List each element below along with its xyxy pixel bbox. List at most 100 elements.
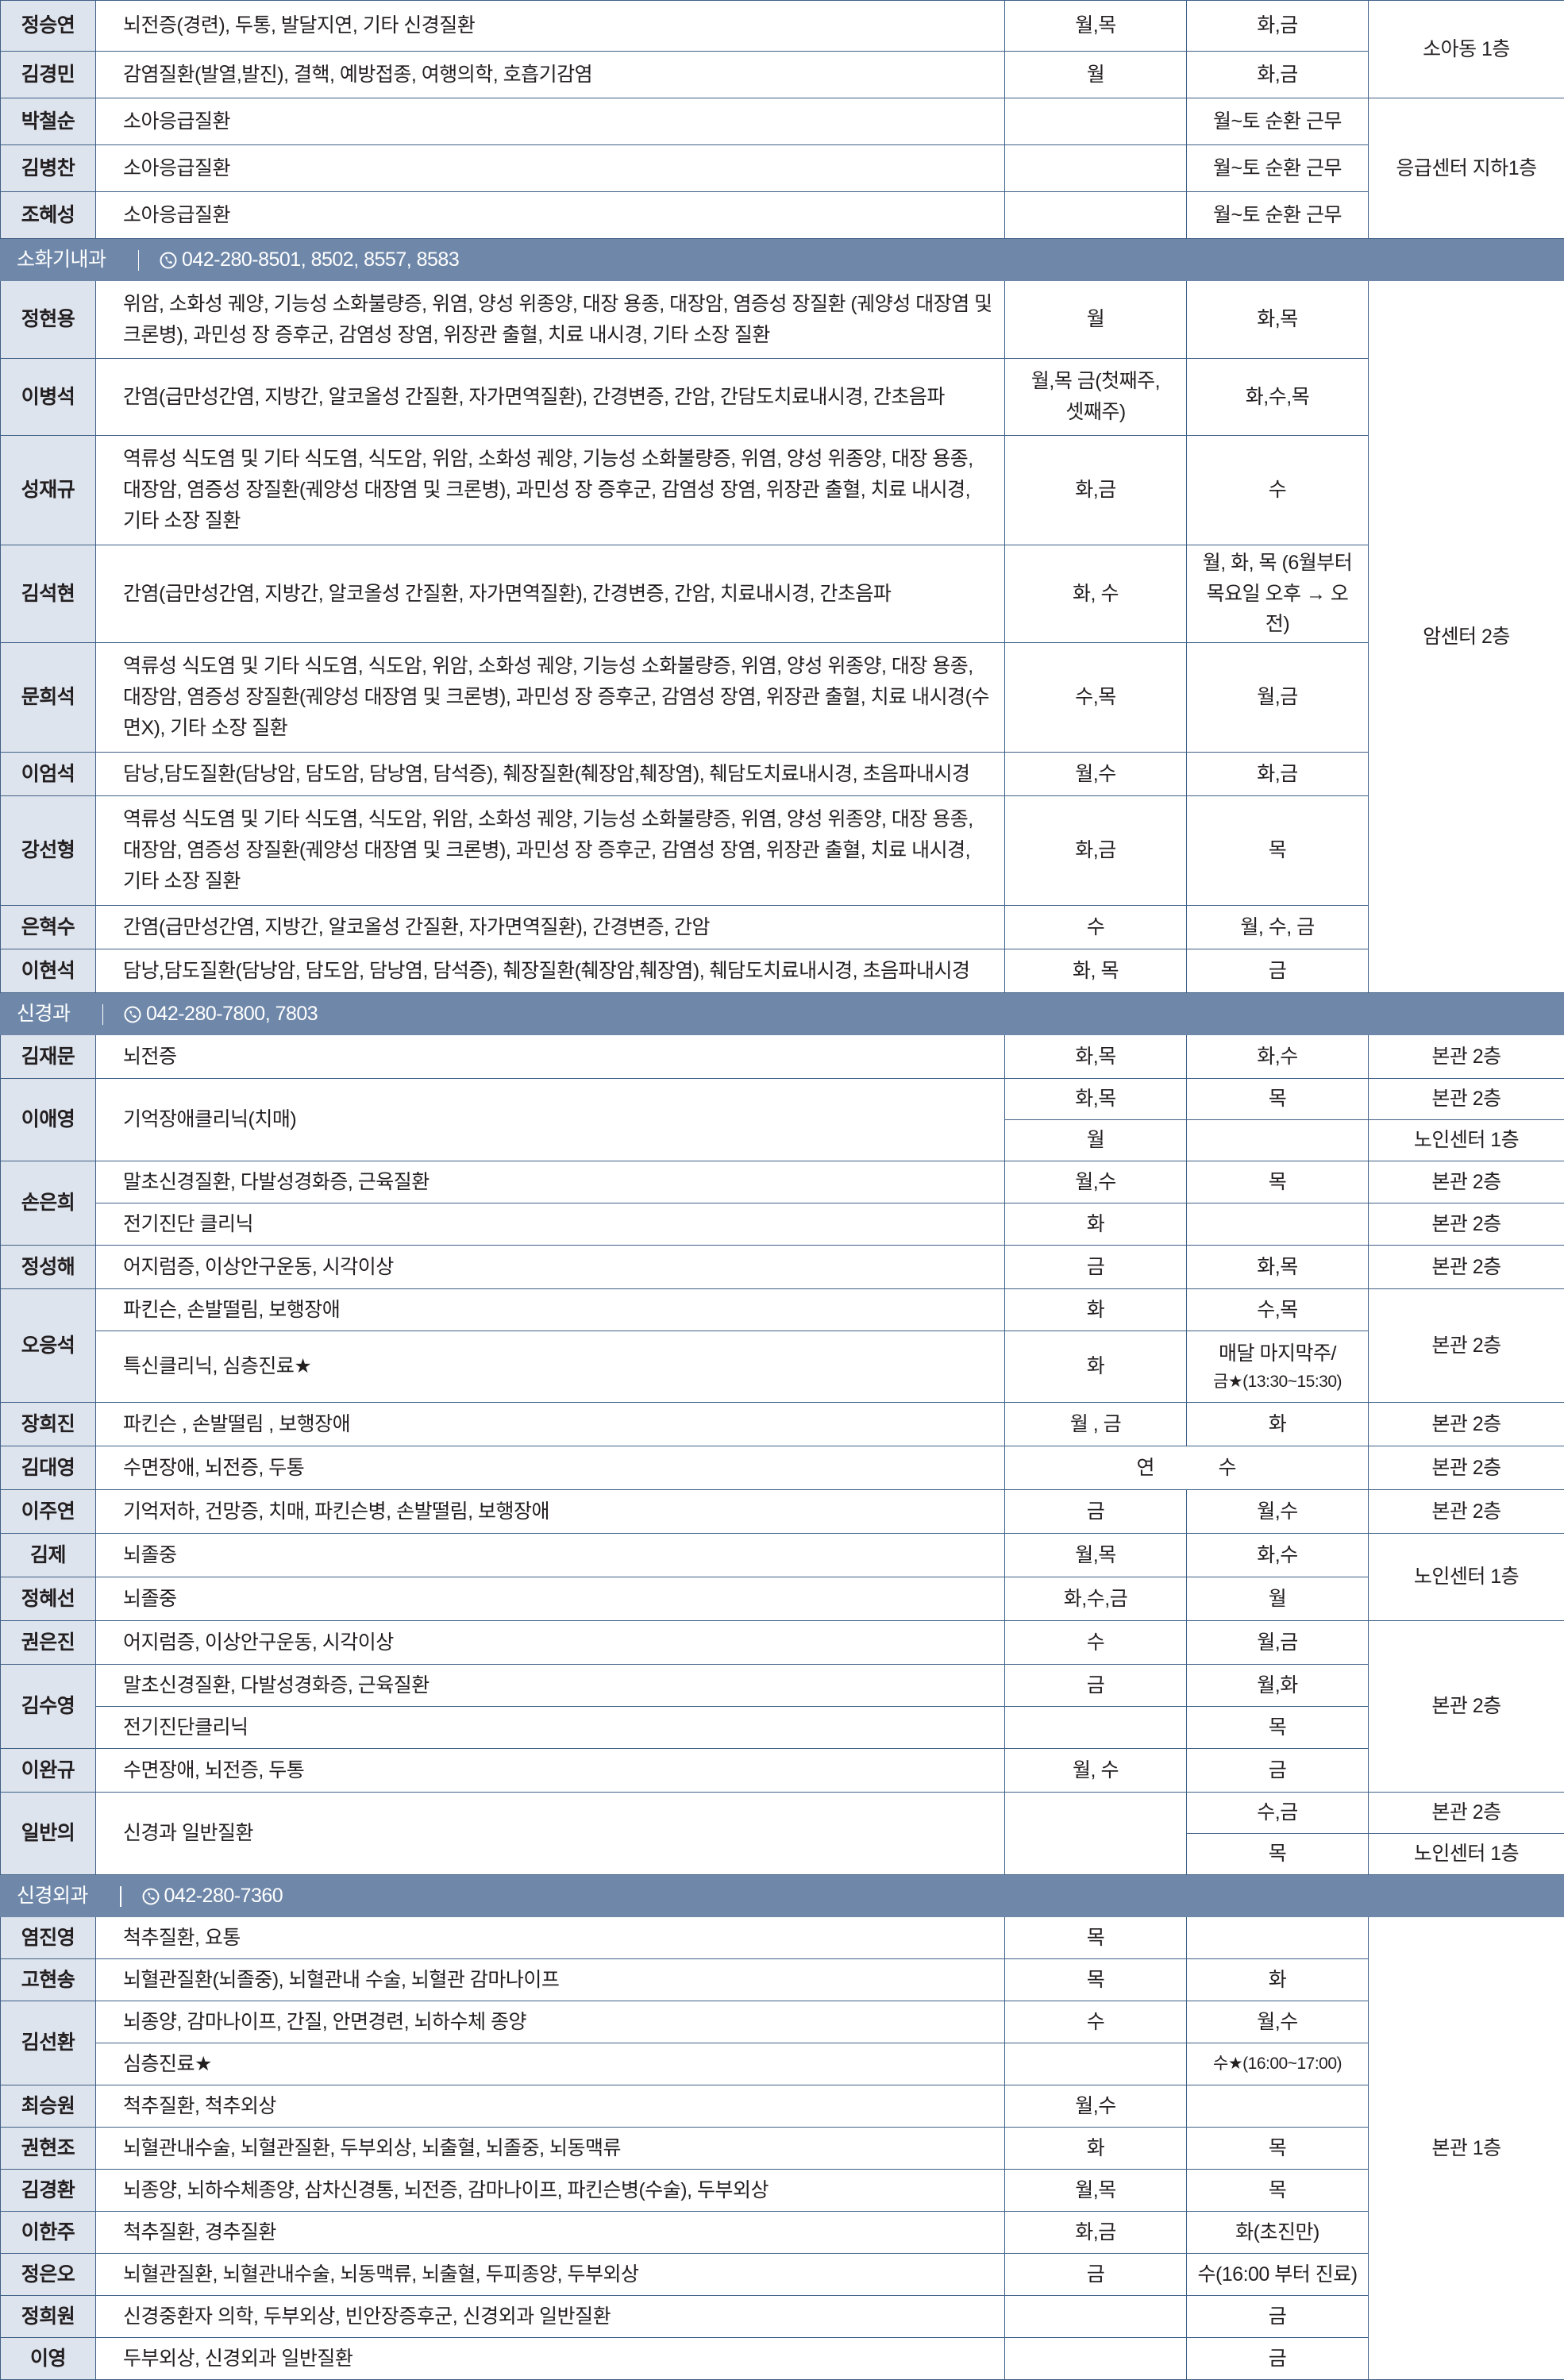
pm-schedule: 매달 마지막주/ 금★(13:30~15:30) [1187, 1331, 1369, 1403]
pm-schedule: 월,수 [1187, 2001, 1369, 2043]
doctor-row: 이현석 담낭,담도질환(담낭암, 담도암, 담낭염, 담석증), 췌장질환(췌장… [1, 949, 1564, 993]
am-schedule: 화 [1005, 1331, 1187, 1403]
am-schedule: 월 [1005, 281, 1187, 359]
doctor-row: 은혁수 간염(급만성간염, 지방간, 알코올성 간질환, 자가면역질환), 간경… [1, 906, 1564, 949]
doctor-name: 손은희 [1, 1161, 96, 1246]
pm-schedule: 목 [1187, 1079, 1369, 1120]
doctor-row: 김수영 말초신경질환, 다발성경화증, 근육질환 금 월,화 [1, 1665, 1564, 1707]
schedule-table: 정승연 뇌전증(경련), 두통, 발달지연, 기타 신경질환 월,목 화,금 소… [0, 0, 1564, 2380]
doctor-name: 이주연 [1, 1490, 96, 1534]
specialty: 두부외상, 신경외과 일반질환 [96, 2338, 1005, 2380]
doctor-row: 손은희 말초신경질환, 다발성경화증, 근육질환 월,수 목 본관 2층 [1, 1161, 1564, 1203]
doctor-row: 김병찬 소아응급질환 월~토 순환 근무 [1, 145, 1564, 192]
pm-schedule: 월 [1187, 1577, 1369, 1621]
am-schedule [1005, 192, 1187, 239]
pm-schedule: 화,목 [1187, 1246, 1369, 1289]
specialty: 뇌혈관질환, 뇌혈관내수술, 뇌동맥류, 뇌출혈, 두피종양, 두부외상 [96, 2254, 1005, 2296]
doctor-row: 문희석 역류성 식도염 및 기타 식도염, 식도암, 위암, 소화성 궤양, 기… [1, 643, 1564, 753]
am-schedule: 월 [1005, 52, 1187, 98]
specialty: 기억장애클리닉(치매) [96, 1079, 1005, 1161]
pm-schedule: 월,수 [1187, 1490, 1369, 1534]
am-schedule: 화,목 [1005, 1079, 1187, 1120]
doctor-name: 김석현 [1, 545, 96, 643]
clinic-location: 본관 2층 [1369, 1203, 1564, 1246]
specialty: 말초신경질환, 다발성경화증, 근육질환 [96, 1161, 1005, 1203]
doctor-name: 이완규 [1, 1749, 96, 1793]
clinic-location: 본관 2층 [1369, 1490, 1564, 1534]
doctor-row: 권은진 어지럼증, 이상안구운동, 시각이상 수 월,금 본관 2층 [1, 1621, 1564, 1665]
pm-schedule [1187, 1120, 1369, 1161]
doctor-row: 장희진 파킨슨 , 손발떨림 , 보행장애 월 , 금 화 본관 2층 [1, 1403, 1564, 1446]
pm-schedule: 금 [1187, 949, 1369, 993]
pm-schedule: 월,금 [1187, 1621, 1369, 1665]
department-phone: 042-280-7360 [164, 1885, 283, 1907]
am-schedule: 화 [1005, 1289, 1187, 1331]
specialty: 수면장애, 뇌전증, 두통 [96, 1446, 1005, 1490]
am-schedule: 월 , 금 [1005, 1403, 1187, 1446]
doctor-name: 은혁수 [1, 906, 96, 949]
pm-schedule: 화,수 [1187, 1534, 1369, 1577]
doctor-name: 이한주 [1, 2212, 96, 2254]
specialty: 간염(급만성간염, 지방간, 알코올성 간질환, 자가면역질환), 간경변증, … [96, 545, 1005, 643]
specialty: 담낭,담도질환(담낭암, 담도암, 담낭염, 담석증), 췌장질환(췌장암,췌장… [96, 949, 1005, 993]
am-schedule: 월,목 [1005, 1534, 1187, 1577]
pm-schedule: 수,금 [1187, 1793, 1369, 1834]
am-schedule: 월,목 금(첫째주,셋째주) [1005, 359, 1187, 436]
specialty: 역류성 식도염 및 기타 식도염, 식도암, 위암, 소화성 궤양, 기능성 소… [96, 643, 1005, 753]
doctor-row: 정성해 어지럼증, 이상안구운동, 시각이상 금 화,목 본관 2층 [1, 1246, 1564, 1289]
doctor-name: 오응석 [1, 1289, 96, 1403]
doctor-row: 심층진료★ 수★(16:00~17:00) [1, 2043, 1564, 2085]
doctor-row: 이한주 척추질환, 경추질환 화,금 화(초진만) [1, 2212, 1564, 2254]
pm-schedule: 금 [1187, 2296, 1369, 2338]
doctor-name: 최승원 [1, 2085, 96, 2128]
department-title: 소화기내과 [17, 248, 106, 271]
department-header-nsurg: 신경외과042-280-7360 [1, 1875, 1564, 1917]
pm-schedule: 월, 화, 목 (6월부터 목요일 오후 → 오전) [1187, 545, 1369, 643]
schedule-word-2: 수 [1219, 1453, 1237, 1484]
specialty: 척추질환, 척추외상 [96, 2085, 1005, 2128]
doctor-row: 전기진단클리닉 목 [1, 1707, 1564, 1749]
department-header-cell: 소화기내과042-280-8501, 8502, 8557, 8583 [1, 239, 1564, 281]
specialty: 뇌전증 [96, 1035, 1005, 1079]
doctor-row: 오응석 파킨슨, 손발떨림, 보행장애 화 수,목 본관 2층 [1, 1289, 1564, 1331]
doctor-name: 이현석 [1, 949, 96, 993]
am-schedule: 수 [1005, 906, 1187, 949]
department-header-cell: 신경과042-280-7800, 7803 [1, 993, 1564, 1035]
specialty: 기억저하, 건망증, 치매, 파킨슨병, 손발떨림, 보행장애 [96, 1490, 1005, 1534]
am-schedule [1005, 2043, 1187, 2085]
pm-schedule: 금 [1187, 2338, 1369, 2380]
specialty: 신경중환자 의학, 두부외상, 빈안장증후군, 신경외과 일반질환 [96, 2296, 1005, 2338]
department-header-cell: 신경외과042-280-7360 [1, 1875, 1564, 1917]
specialty: 뇌전증(경련), 두통, 발달지연, 기타 신경질환 [96, 1, 1005, 52]
am-schedule: 금 [1005, 1665, 1187, 1707]
doctor-row: 고현송 뇌혈관질환(뇌졸중), 뇌혈관내 수술, 뇌혈관 감마나이프 목 화 [1, 1959, 1564, 2001]
specialty: 소아응급질환 [96, 192, 1005, 239]
doctor-name: 정희원 [1, 2296, 96, 2338]
pm-schedule: 금 [1187, 1749, 1369, 1793]
clinic-location: 본관 2층 [1369, 1621, 1564, 1793]
specialty: 역류성 식도염 및 기타 식도염, 식도암, 위암, 소화성 궤양, 기능성 소… [96, 436, 1005, 545]
doctor-row: 일반의 신경과 일반질환 수,금 본관 2층 [1, 1793, 1564, 1834]
doctor-name: 강선형 [1, 796, 96, 906]
schedule-word-1: 연 [1136, 1457, 1154, 1479]
doctor-name: 김제 [1, 1534, 96, 1577]
specialty: 소아응급질환 [96, 145, 1005, 192]
specialty: 뇌혈관질환(뇌졸중), 뇌혈관내 수술, 뇌혈관 감마나이프 [96, 1959, 1005, 2001]
phone-icon [124, 1006, 141, 1023]
doctor-name: 박철순 [1, 98, 96, 145]
am-schedule: 목 [1005, 1917, 1187, 1959]
doctor-row: 조혜성 소아응급질환 월~토 순환 근무 [1, 192, 1564, 239]
doctor-name: 이병석 [1, 359, 96, 436]
doctor-row: 이엄석 담낭,담도질환(담낭암, 담도암, 담낭염, 담석증), 췌장질환(췌장… [1, 753, 1564, 796]
pm-schedule-line1: 매달 마지막주/ [1187, 1338, 1368, 1369]
am-schedule: 화,목 [1005, 1035, 1187, 1079]
pm-schedule: 화,금 [1187, 52, 1369, 98]
doctor-row: 염진영 척추질환, 요통 목 본관 1층 [1, 1917, 1564, 1959]
am-schedule: 월,수 [1005, 1161, 1187, 1203]
doctor-row: 특신클리닉, 심층진료★ 화 매달 마지막주/ 금★(13:30~15:30) [1, 1331, 1564, 1403]
am-schedule: 월,목 [1005, 2170, 1187, 2212]
specialty: 수면장애, 뇌전증, 두통 [96, 1749, 1005, 1793]
pm-schedule: 월~토 순환 근무 [1187, 145, 1369, 192]
specialty: 어지럼증, 이상안구운동, 시각이상 [96, 1621, 1005, 1665]
doctor-row: 이병석 간염(급만성간염, 지방간, 알코올성 간질환, 자가면역질환), 간경… [1, 359, 1564, 436]
